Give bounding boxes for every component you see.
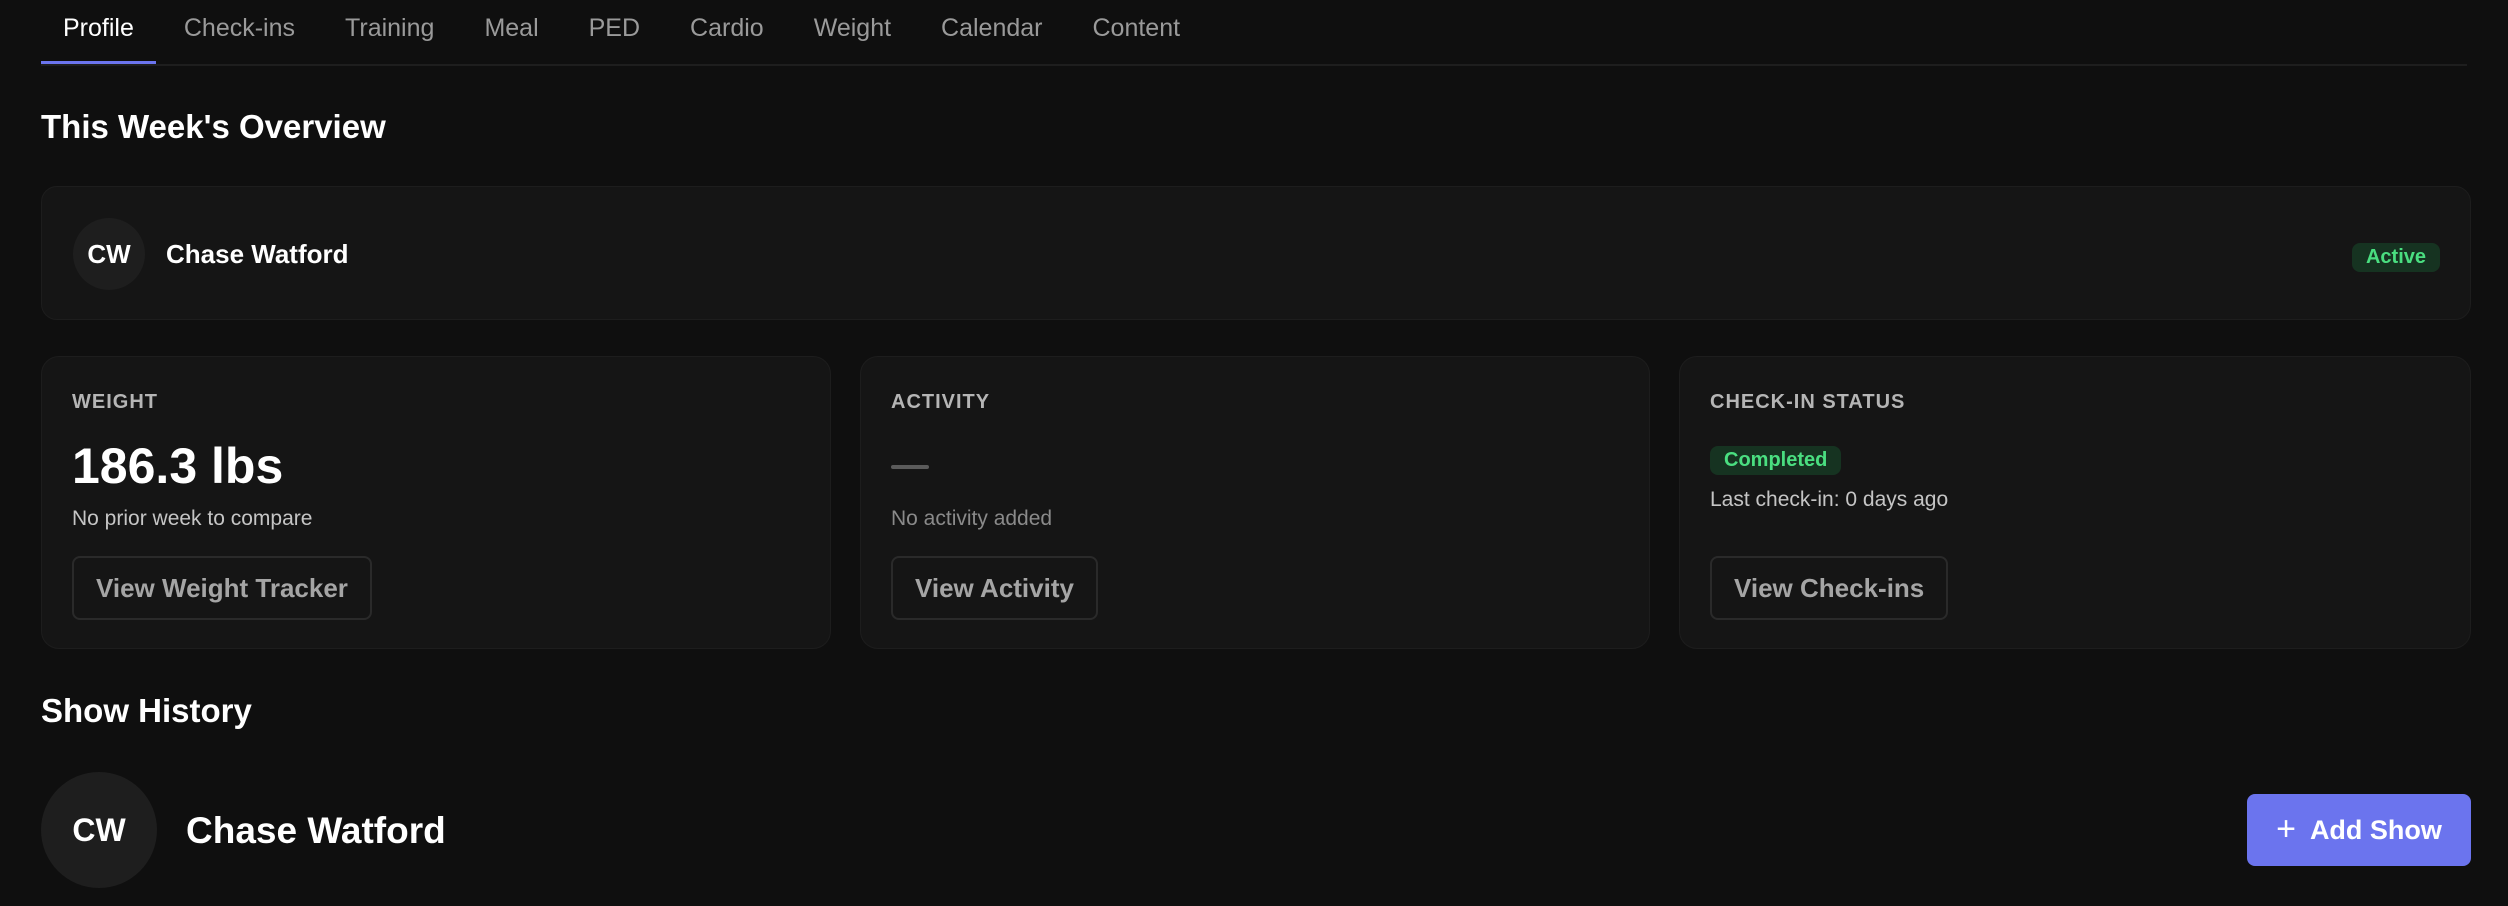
weight-note: No prior week to compare (72, 507, 313, 530)
view-weight-tracker-button[interactable]: View Weight Tracker (72, 556, 372, 620)
checkin-card-title: CHECK-IN STATUS (1710, 391, 1906, 413)
client-summary-card: CW Chase Watford Active (41, 186, 2471, 320)
weight-value: 186.3 lbs (72, 438, 284, 494)
checkin-status-card: CHECK-IN STATUS Completed Last check-in:… (1679, 356, 2471, 649)
weight-card-title: WEIGHT (72, 391, 158, 413)
add-show-button[interactable]: + Add Show (2247, 794, 2471, 866)
tab-ped[interactable]: PED (567, 0, 662, 64)
last-checkin-text: Last check-in: 0 days ago (1710, 488, 1949, 511)
tab-weight[interactable]: Weight (792, 0, 913, 64)
tab-meal[interactable]: Meal (462, 0, 560, 64)
activity-note: No activity added (891, 507, 1053, 530)
avatar: CW (73, 218, 145, 290)
status-badge: Active (2351, 243, 2440, 272)
activity-card: ACTIVITY No activity added View Activity (860, 356, 1650, 649)
tab-cardio[interactable]: Cardio (668, 0, 786, 64)
client-profile-page: Profile Check-ins Training Meal PED Card… (0, 0, 2508, 906)
checkin-status-badge: Completed (1710, 446, 1842, 475)
show-history-client-name: Chase Watford (186, 810, 446, 851)
tab-profile[interactable]: Profile (41, 0, 156, 64)
tab-bar: Profile Check-ins Training Meal PED Card… (41, 0, 2467, 66)
overview-heading: This Week's Overview (41, 108, 386, 145)
tab-training[interactable]: Training (323, 0, 456, 64)
tab-content[interactable]: Content (1071, 0, 1203, 64)
view-activity-button[interactable]: View Activity (891, 556, 1098, 620)
add-show-label: Add Show (2309, 814, 2442, 845)
show-history-heading: Show History (41, 692, 252, 729)
avatar: CW (41, 772, 157, 888)
view-check-ins-button[interactable]: View Check-ins (1710, 556, 1949, 620)
plus-icon: + (2276, 809, 2296, 848)
empty-value-dash (891, 465, 929, 469)
tab-check-ins[interactable]: Check-ins (162, 0, 317, 64)
weight-card: WEIGHT 186.3 lbs No prior week to compar… (41, 356, 831, 649)
tab-calendar[interactable]: Calendar (919, 0, 1064, 64)
activity-card-title: ACTIVITY (891, 391, 991, 413)
client-name: Chase Watford (166, 239, 349, 269)
